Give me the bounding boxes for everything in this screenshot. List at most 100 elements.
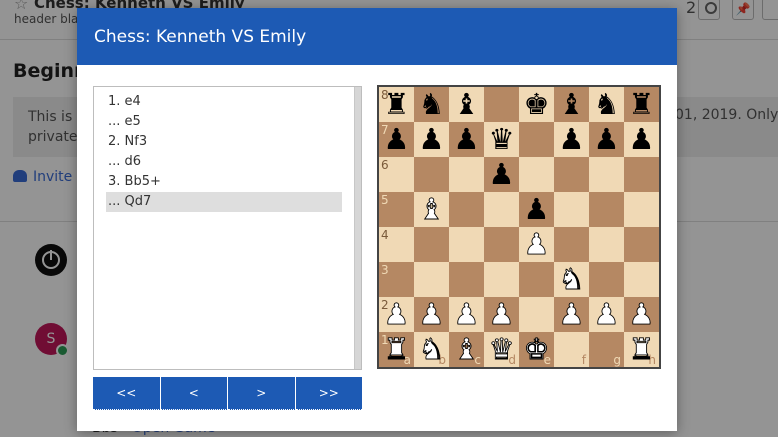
last-move-button[interactable]: >> [295, 377, 362, 410]
board-square-e3[interactable] [519, 262, 554, 297]
white-pawn-icon[interactable]: ♟ [519, 227, 554, 262]
board-square-h1[interactable]: h ♜ [624, 332, 659, 367]
white-bishop-icon[interactable]: ♝ [414, 192, 449, 227]
board-square-h2[interactable]: ♟ [624, 297, 659, 332]
board-square-e7[interactable] [519, 122, 554, 157]
board-square-a7[interactable]: 7 ♟ [379, 122, 414, 157]
board-square-a8[interactable]: 8 ♜ [379, 87, 414, 122]
black-pawn-icon[interactable]: ♟ [414, 122, 449, 157]
board-square-c4[interactable] [449, 227, 484, 262]
board-square-d3[interactable] [484, 262, 519, 297]
board-square-h5[interactable] [624, 192, 659, 227]
board-square-d6[interactable]: ♟ [484, 157, 519, 192]
white-king-icon[interactable]: ♚ [519, 332, 554, 367]
white-pawn-icon[interactable]: ♟ [624, 297, 659, 332]
white-rook-icon[interactable]: ♜ [624, 332, 659, 367]
black-knight-icon[interactable]: ♞ [589, 87, 624, 122]
board-square-f6[interactable] [554, 157, 589, 192]
black-pawn-icon[interactable]: ♟ [589, 122, 624, 157]
board-square-e6[interactable] [519, 157, 554, 192]
black-pawn-icon[interactable]: ♟ [484, 157, 519, 192]
board-square-a5[interactable]: 5 [379, 192, 414, 227]
board-square-b1[interactable]: b ♞ [414, 332, 449, 367]
black-pawn-icon[interactable]: ♟ [624, 122, 659, 157]
board-square-g8[interactable]: ♞ [589, 87, 624, 122]
next-move-button[interactable]: > [228, 377, 296, 410]
move-item[interactable]: ... e5 [106, 112, 342, 132]
black-pawn-icon[interactable]: ♟ [554, 122, 589, 157]
board-square-c2[interactable]: ♟ [449, 297, 484, 332]
board-square-d1[interactable]: d ♛ [484, 332, 519, 367]
board-square-f8[interactable]: ♝ [554, 87, 589, 122]
board-square-e4[interactable]: ♟ [519, 227, 554, 262]
board-square-a6[interactable]: 6 [379, 157, 414, 192]
board-square-c6[interactable] [449, 157, 484, 192]
move-item[interactable]: ... Qd7 [106, 192, 342, 212]
board-square-g7[interactable]: ♟ [589, 122, 624, 157]
white-pawn-icon[interactable]: ♟ [554, 297, 589, 332]
board-square-f5[interactable] [554, 192, 589, 227]
board-square-h4[interactable] [624, 227, 659, 262]
board-square-d7[interactable]: ♛ [484, 122, 519, 157]
board-square-d4[interactable] [484, 227, 519, 262]
white-pawn-icon[interactable]: ♟ [414, 297, 449, 332]
board-square-b6[interactable] [414, 157, 449, 192]
board-square-d5[interactable] [484, 192, 519, 227]
board-square-e2[interactable] [519, 297, 554, 332]
white-queen-icon[interactable]: ♛ [484, 332, 519, 367]
board-square-b7[interactable]: ♟ [414, 122, 449, 157]
black-rook-icon[interactable]: ♜ [624, 87, 659, 122]
board-square-c3[interactable] [449, 262, 484, 297]
board-square-h3[interactable] [624, 262, 659, 297]
board-square-b3[interactable] [414, 262, 449, 297]
board-square-h6[interactable] [624, 157, 659, 192]
board-square-c5[interactable] [449, 192, 484, 227]
white-pawn-icon[interactable]: ♟ [449, 297, 484, 332]
board-square-a2[interactable]: 2 ♟ [379, 297, 414, 332]
board-square-f1[interactable]: f [554, 332, 589, 367]
board-square-a3[interactable]: 3 [379, 262, 414, 297]
board-square-g4[interactable] [589, 227, 624, 262]
white-pawn-icon[interactable]: ♟ [379, 297, 414, 332]
board-square-h8[interactable]: ♜ [624, 87, 659, 122]
black-bishop-icon[interactable]: ♝ [554, 87, 589, 122]
move-item[interactable]: 1. e4 [106, 92, 342, 112]
black-pawn-icon[interactable]: ♟ [449, 122, 484, 157]
board-square-b5[interactable]: ♝ [414, 192, 449, 227]
board-square-h7[interactable]: ♟ [624, 122, 659, 157]
white-rook-icon[interactable]: ♜ [379, 332, 414, 367]
board-square-e5[interactable]: ♟ [519, 192, 554, 227]
board-square-c7[interactable]: ♟ [449, 122, 484, 157]
moves-scrollbar[interactable] [354, 87, 361, 369]
white-pawn-icon[interactable]: ♟ [484, 297, 519, 332]
board-square-g6[interactable] [589, 157, 624, 192]
board-square-e1[interactable]: e ♚ [519, 332, 554, 367]
board-square-g2[interactable]: ♟ [589, 297, 624, 332]
board-square-g1[interactable]: g [589, 332, 624, 367]
board-square-b8[interactable]: ♞ [414, 87, 449, 122]
board-square-f2[interactable]: ♟ [554, 297, 589, 332]
black-knight-icon[interactable]: ♞ [414, 87, 449, 122]
board-square-g5[interactable] [589, 192, 624, 227]
move-item[interactable]: 3. Bb5+ [106, 172, 342, 192]
board-square-a4[interactable]: 4 [379, 227, 414, 262]
board-square-c1[interactable]: c ♝ [449, 332, 484, 367]
board-square-b2[interactable]: ♟ [414, 297, 449, 332]
white-knight-icon[interactable]: ♞ [414, 332, 449, 367]
board-square-d8[interactable] [484, 87, 519, 122]
black-bishop-icon[interactable]: ♝ [449, 87, 484, 122]
black-queen-icon[interactable]: ♛ [484, 122, 519, 157]
board-square-d2[interactable]: ♟ [484, 297, 519, 332]
white-pawn-icon[interactable]: ♟ [589, 297, 624, 332]
white-knight-icon[interactable]: ♞ [554, 262, 589, 297]
black-king-icon[interactable]: ♚ [519, 87, 554, 122]
board-square-f3[interactable]: ♞ [554, 262, 589, 297]
white-bishop-icon[interactable]: ♝ [449, 332, 484, 367]
board-square-a1[interactable]: 1 a ♜ [379, 332, 414, 367]
black-rook-icon[interactable]: ♜ [379, 87, 414, 122]
board-square-g3[interactable] [589, 262, 624, 297]
black-pawn-icon[interactable]: ♟ [379, 122, 414, 157]
board-square-c8[interactable]: ♝ [449, 87, 484, 122]
first-move-button[interactable]: << [93, 377, 161, 410]
black-pawn-icon[interactable]: ♟ [519, 192, 554, 227]
